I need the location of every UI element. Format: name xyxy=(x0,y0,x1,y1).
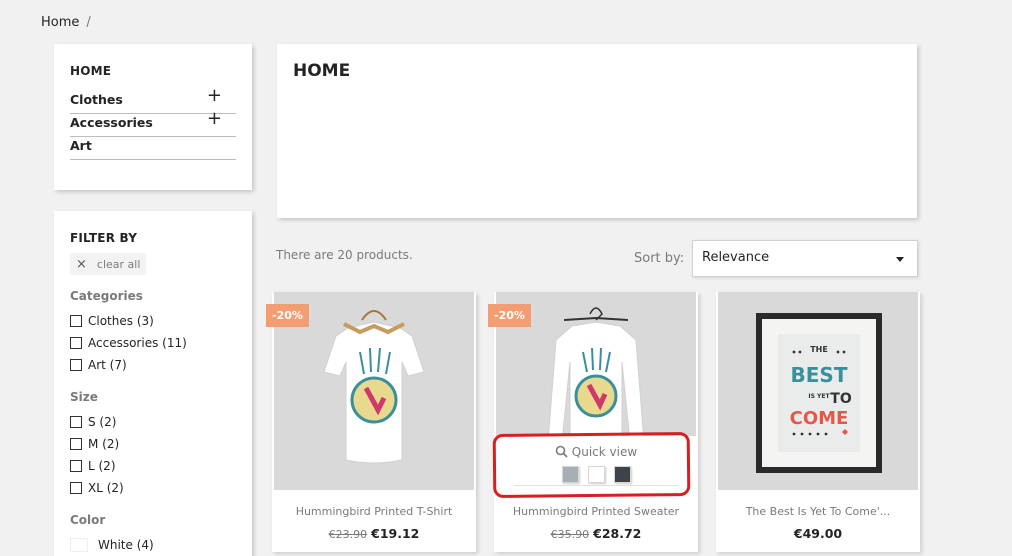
expand-plus-icon[interactable]: + xyxy=(207,110,222,128)
discount-badge: -20% xyxy=(266,304,309,327)
checkbox[interactable] xyxy=(70,315,82,327)
category-item-art[interactable]: Art xyxy=(70,137,236,160)
quick-view-button[interactable]: Quick view xyxy=(496,445,696,459)
checkbox[interactable] xyxy=(70,416,82,428)
facet-option[interactable]: L (2) xyxy=(70,455,236,477)
poster-image: THE IS YET BEST TO COME xyxy=(718,292,918,490)
product-price: €35.90 €28.72 xyxy=(494,526,698,541)
breadcrumb-separator: / xyxy=(86,15,91,30)
filter-title: FILTER BY xyxy=(70,231,138,245)
facet-option[interactable]: Accessories (11) xyxy=(70,332,236,354)
checkbox[interactable] xyxy=(70,460,82,472)
quick-view-panel: Quick view xyxy=(496,436,696,490)
category-item-label[interactable]: Art xyxy=(70,138,92,153)
breadcrumb: Home / xyxy=(41,15,91,30)
facet-option-label[interactable]: L (2) xyxy=(88,459,116,473)
caret-down-icon xyxy=(896,257,904,262)
facet-option[interactable]: XL (2) xyxy=(70,477,236,499)
category-item-accessories[interactable]: Accessories + xyxy=(70,110,236,137)
page-title: HOME xyxy=(293,61,351,81)
breadcrumb-home-link[interactable]: Home xyxy=(41,15,79,30)
facet-option-label[interactable]: White (4) xyxy=(98,538,154,552)
regular-price: €23.90 xyxy=(328,528,368,541)
facet-title-color: Color xyxy=(70,513,106,527)
sale-price: €28.72 xyxy=(593,526,642,541)
facet-option[interactable]: S (2) xyxy=(70,411,236,433)
sort-select-value: Relevance xyxy=(702,250,770,265)
product-price: €49.00 xyxy=(716,526,920,541)
category-tree-title[interactable]: HOME xyxy=(70,64,236,78)
poster-text-line4: TO xyxy=(830,391,852,407)
checkbox[interactable] xyxy=(70,337,82,349)
color-swatch-black[interactable] xyxy=(613,466,631,483)
facet-option[interactable]: White (4) xyxy=(70,534,236,556)
poster-text-line5: COME xyxy=(790,408,849,429)
facet-title-size: Size xyxy=(70,390,98,404)
product-name[interactable]: The Best Is Yet To Come'... xyxy=(716,505,920,518)
facet-option-label[interactable]: Clothes (3) xyxy=(88,314,154,328)
filter-panel: FILTER BY × clear all Categories Clothes… xyxy=(54,211,252,556)
poster-text-line1: THE xyxy=(810,345,828,354)
category-tree: HOME Clothes + Accessories + Art xyxy=(54,44,252,190)
sort-select[interactable]: Relevance xyxy=(692,240,918,277)
checkbox[interactable] xyxy=(70,438,82,450)
facet-option-label[interactable]: M (2) xyxy=(88,437,119,451)
checkbox[interactable] xyxy=(70,482,82,494)
category-item-label[interactable]: Clothes xyxy=(70,92,123,107)
clear-all-button[interactable]: × clear all xyxy=(70,253,147,275)
facet-option[interactable]: Art (7) xyxy=(70,354,236,376)
sort-label: Sort by: xyxy=(634,251,685,266)
facet-option-label[interactable]: Accessories (11) xyxy=(88,336,187,350)
facet-option[interactable]: M (2) xyxy=(70,433,236,455)
product-card[interactable]: -20% Hummingbird Printed T-Shirt €23.90 €… xyxy=(266,292,476,552)
divider xyxy=(514,485,678,486)
poster-text-line2: BEST xyxy=(791,363,848,387)
product-name[interactable]: Hummingbird Printed Sweater xyxy=(494,505,698,518)
color-swatch-white[interactable] xyxy=(70,538,88,552)
sale-price: €19.12 xyxy=(371,526,420,541)
expand-plus-icon[interactable]: + xyxy=(207,87,222,105)
facet-option-label[interactable]: S (2) xyxy=(88,415,116,429)
category-header: HOME xyxy=(277,44,917,218)
facet-title-categories: Categories xyxy=(70,289,143,303)
close-icon: × xyxy=(76,256,87,272)
poster-text-line3: IS YET xyxy=(808,393,830,400)
regular-price: €35.90 xyxy=(550,528,590,541)
product-card[interactable]: -20% Quick view Hummingbird Printed Swea… xyxy=(488,292,698,552)
product-image[interactable]: THE IS YET BEST TO COME xyxy=(718,292,918,490)
product-card[interactable]: THE IS YET BEST TO COME The Best Is Yet … xyxy=(716,292,920,552)
product-count: There are 20 products. xyxy=(276,248,413,262)
discount-badge: -20% xyxy=(488,304,531,327)
checkbox[interactable] xyxy=(70,359,82,371)
product-price: €23.90 €19.12 xyxy=(272,526,476,541)
clear-all-label: clear all xyxy=(96,257,141,271)
sale-price: €49.00 xyxy=(793,526,843,541)
category-item-label[interactable]: Accessories xyxy=(70,115,153,130)
color-swatch-gray[interactable] xyxy=(561,466,579,483)
facet-option-label[interactable]: XL (2) xyxy=(88,481,124,495)
quick-view-label: Quick view xyxy=(571,445,638,459)
color-swatches xyxy=(496,466,696,483)
color-swatch-white[interactable] xyxy=(587,466,605,483)
facet-option[interactable]: Clothes (3) xyxy=(70,310,236,332)
product-name[interactable]: Hummingbird Printed T-Shirt xyxy=(272,505,476,518)
facet-option-label[interactable]: Art (7) xyxy=(88,358,127,372)
search-icon xyxy=(555,445,568,458)
